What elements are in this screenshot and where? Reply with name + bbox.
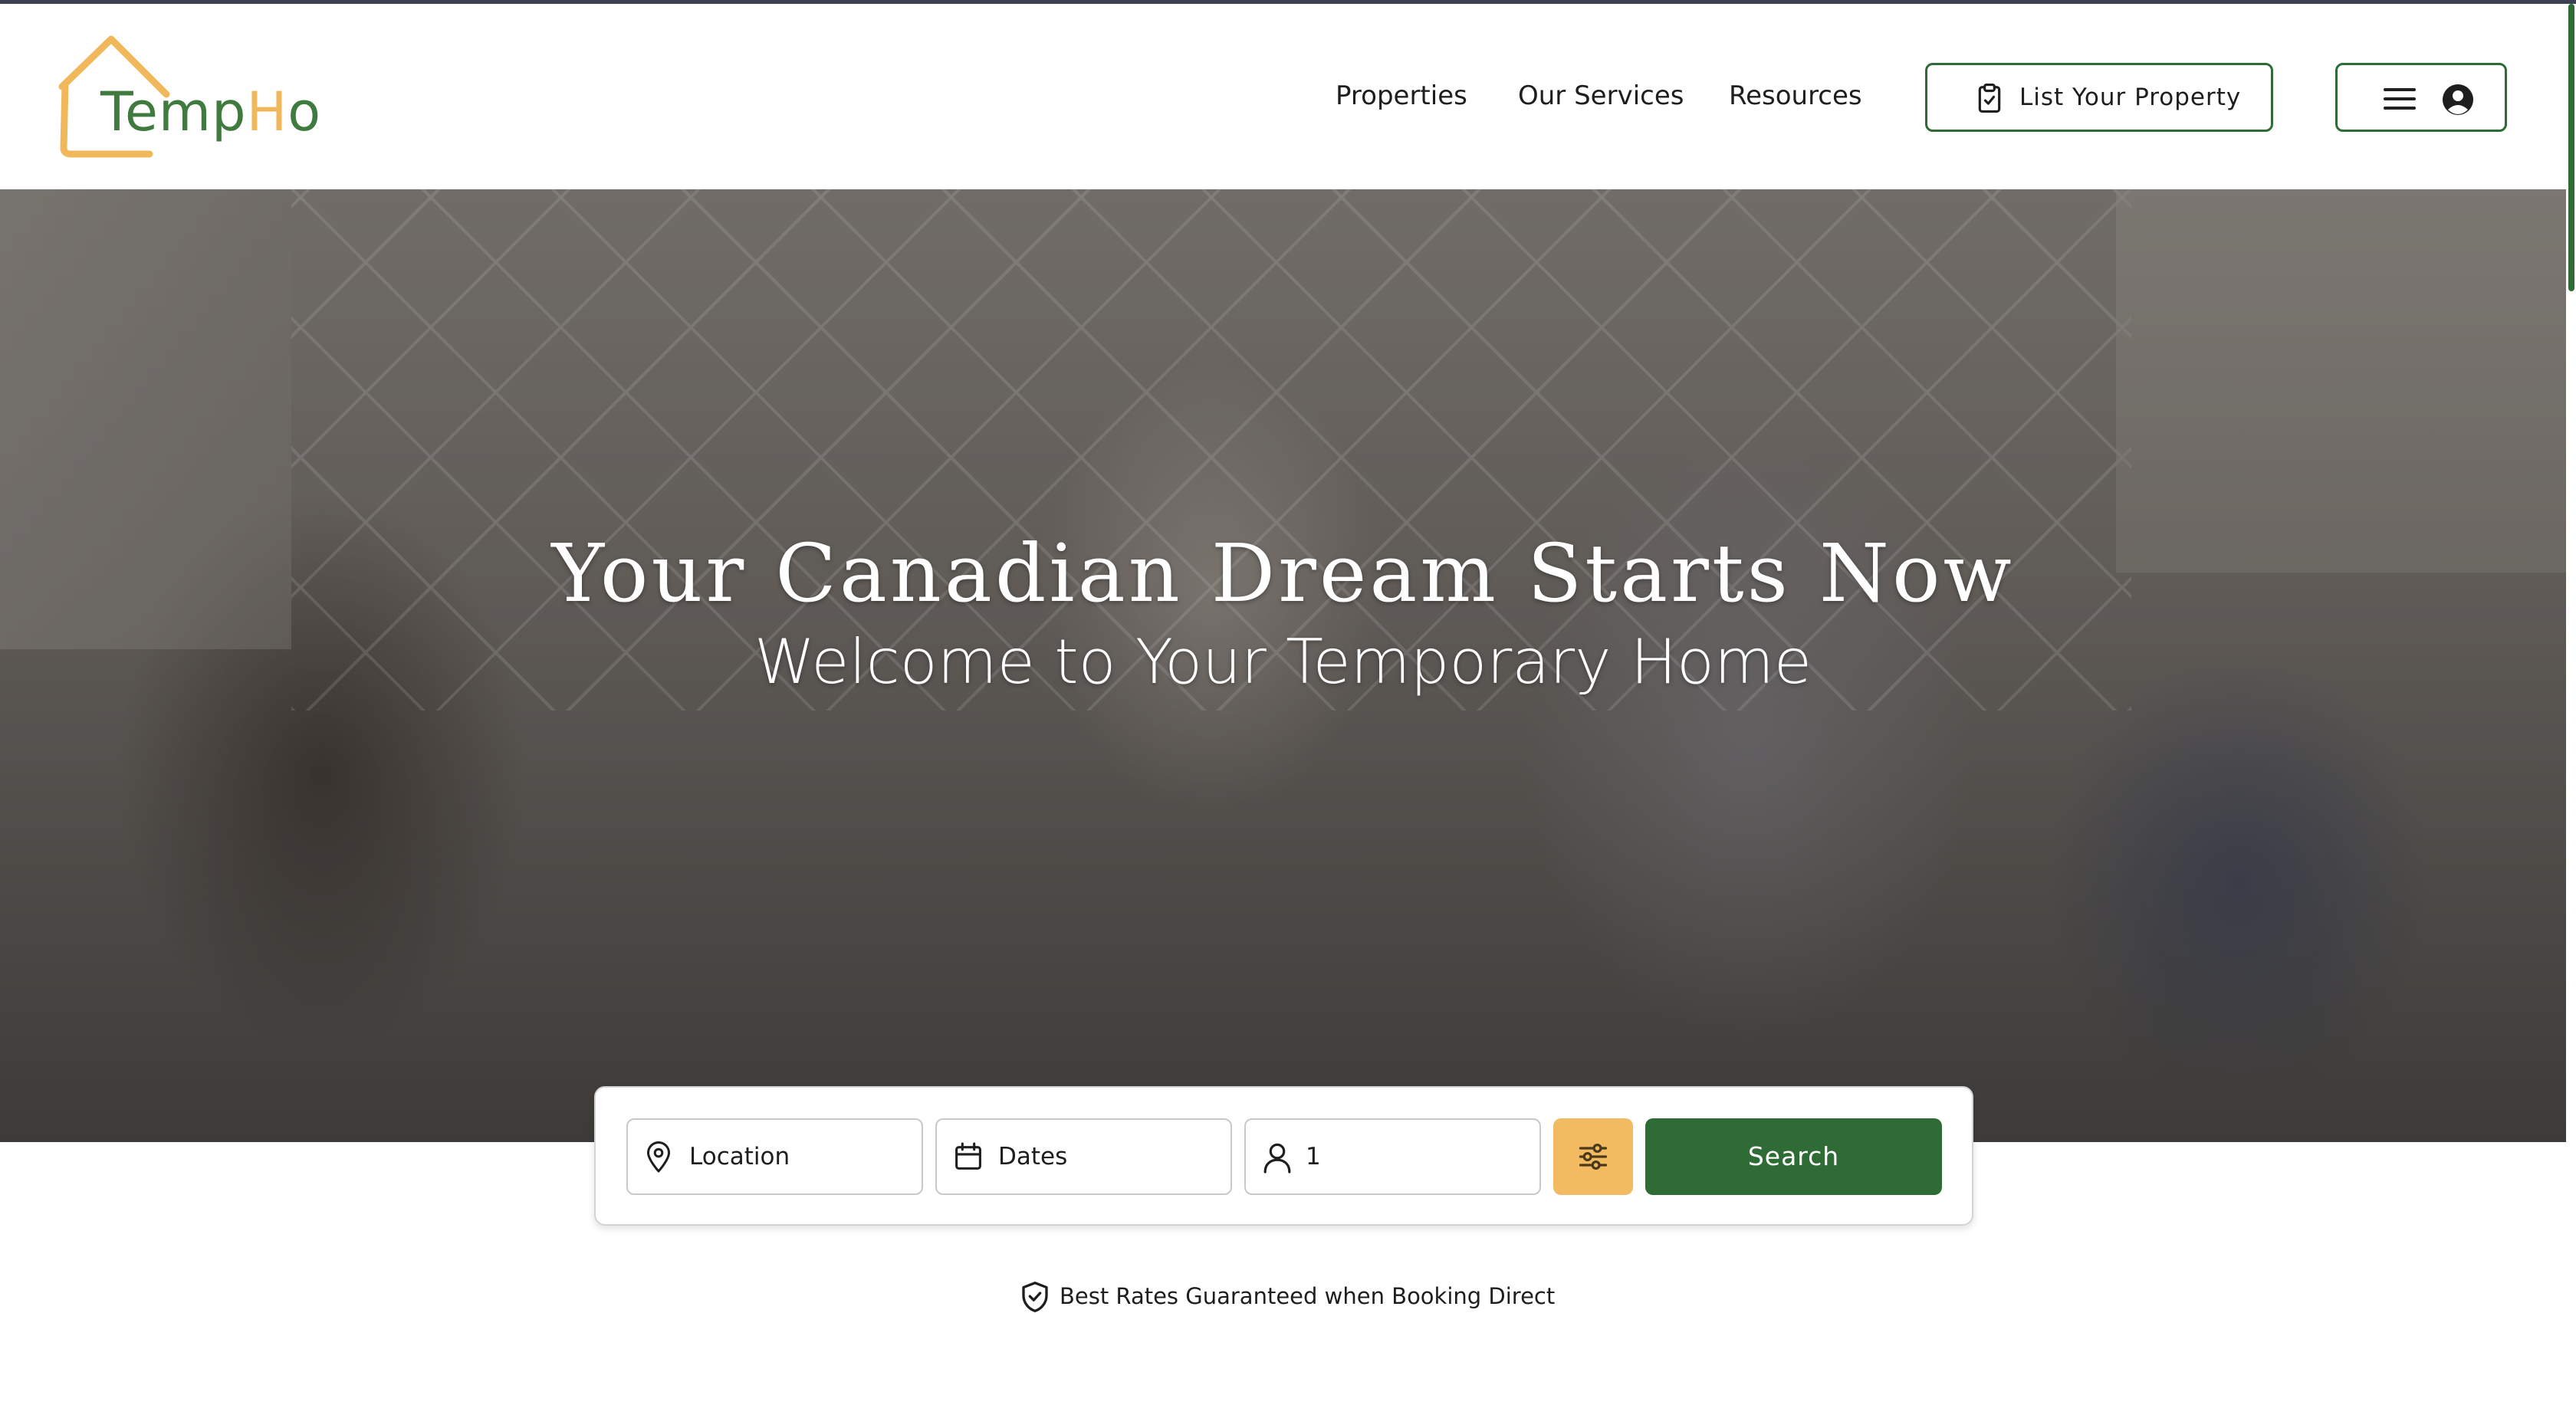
shield-check-icon (1022, 1281, 1048, 1312)
hero-title: Your Canadian Dream Starts Now (551, 527, 2015, 620)
nav-resources[interactable]: Resources (1729, 80, 1862, 119)
dates-field[interactable]: Dates (935, 1118, 1232, 1195)
scrollbar-thumb[interactable] (2568, 4, 2574, 291)
dates-value: Dates (998, 1143, 1068, 1170)
nav-properties[interactable]: Properties (1336, 80, 1467, 119)
brand-name: TempHo (100, 80, 322, 143)
location-value: Location (689, 1143, 790, 1170)
list-your-property-label: List Your Property (2019, 84, 2242, 111)
calendar-icon (955, 1142, 981, 1170)
map-pin-icon (647, 1141, 670, 1173)
account-menu-button[interactable] (2335, 63, 2507, 132)
hero-subtitle: Welcome to Your Temporary Home (754, 626, 1812, 698)
hamburger-menu-icon (2384, 88, 2416, 110)
filters-button[interactable] (1553, 1118, 1633, 1195)
user-circle-icon (2443, 84, 2473, 115)
hero-banner: Your Canadian Dream Starts Now Welcome t… (0, 189, 2566, 1142)
search-bar: Location Dates 1 Search (594, 1086, 1973, 1226)
location-field[interactable]: Location (626, 1118, 923, 1195)
site-header: TempHo Properties Our Services Resources… (0, 4, 2566, 189)
search-button-label: Search (1747, 1141, 1840, 1171)
guests-value: 1 (1306, 1143, 1321, 1170)
list-your-property-button[interactable]: List Your Property (1925, 63, 2273, 132)
clipboard-check-icon (1978, 84, 2001, 113)
search-button[interactable]: Search (1645, 1118, 1942, 1195)
brand-logo[interactable]: TempHo (58, 33, 320, 167)
nav-our-services[interactable]: Our Services (1518, 80, 1684, 119)
guests-field[interactable]: 1 (1244, 1118, 1541, 1195)
sliders-icon (1579, 1143, 1608, 1170)
guarantee-text: Best Rates Guaranteed when Booking Direc… (1060, 1283, 1556, 1309)
user-icon (1263, 1143, 1291, 1174)
